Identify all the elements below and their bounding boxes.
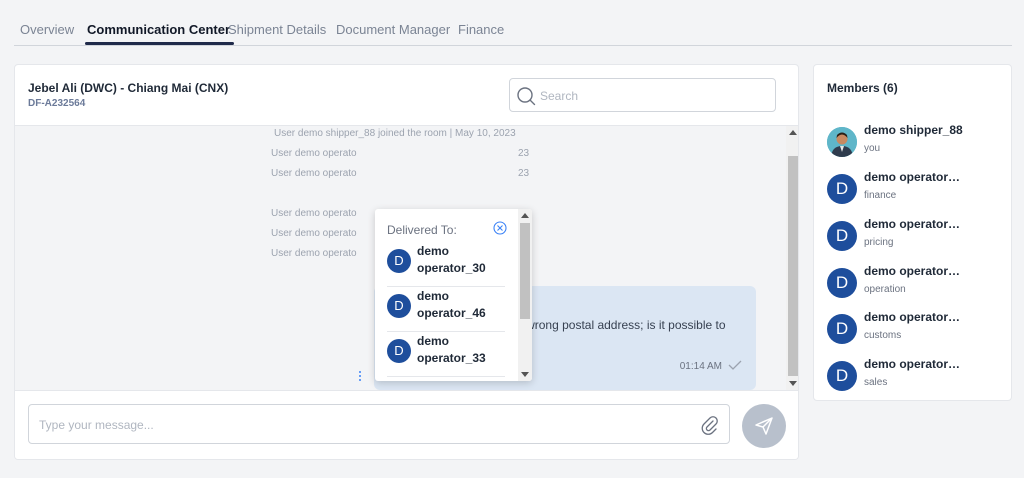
check-icon	[728, 360, 742, 370]
send-icon	[755, 417, 773, 435]
member-item[interactable]: D demo operator_... customs	[827, 310, 1007, 350]
delivered-title: Delivered To:	[387, 223, 457, 237]
avatar: D	[827, 174, 857, 204]
recipient-item: D demo operator_30	[387, 243, 505, 287]
search-input[interactable]	[540, 86, 765, 106]
member-role: finance	[864, 190, 897, 201]
recipient-item: D demo operator_33	[387, 333, 505, 377]
search-box[interactable]	[509, 78, 776, 112]
scroll-down-icon[interactable]	[789, 381, 797, 386]
system-message: User demo operato	[271, 208, 357, 219]
user-photo-icon	[827, 127, 857, 157]
tab-overview[interactable]: Overview	[20, 22, 74, 37]
member-item[interactable]: D demo operator_... finance	[827, 170, 1007, 210]
tab-finance[interactable]: Finance	[458, 22, 504, 37]
member-item[interactable]: D demo operator_... pricing	[827, 217, 1007, 257]
system-message: User demo operato	[271, 168, 357, 179]
tab-communication-center[interactable]: Communication Center	[84, 22, 235, 45]
message-composer	[15, 390, 798, 459]
search-icon	[517, 87, 536, 106]
avatar: D	[827, 361, 857, 391]
member-role: you	[864, 143, 881, 154]
avatar: D	[387, 294, 411, 318]
member-name: demo operator_...	[864, 357, 964, 371]
chat-header: Jebel Ali (DWC) - Chiang Mai (CNX) DF-A2…	[15, 65, 798, 126]
system-message: User demo operato	[271, 248, 357, 259]
scrollbar-thumb[interactable]	[520, 223, 530, 319]
scrollbar-thumb[interactable]	[788, 156, 798, 376]
recipient-item: D demo operator_46	[387, 288, 505, 332]
system-message-tail: 23	[518, 148, 530, 159]
scroll-up-icon[interactable]	[789, 130, 797, 135]
tab-shipment-details[interactable]: Shipment Details	[228, 22, 326, 37]
close-icon[interactable]	[493, 221, 507, 235]
recipient-name: demo operator_46	[417, 289, 486, 320]
member-name: demo operator_...	[864, 170, 964, 184]
members-panel: Members (6) demo shipper_88 you D demo o…	[813, 64, 1012, 401]
message-scrollbar[interactable]	[786, 126, 798, 390]
member-name: demo operator_...	[864, 217, 964, 231]
message-field[interactable]	[28, 404, 730, 444]
tab-bar: Overview Communication Center Shipment D…	[14, 0, 1012, 46]
shipment-id: DF-A232564	[28, 98, 86, 109]
system-message: User demo shipper_88 joined the room | M…	[274, 128, 516, 139]
scroll-down-icon[interactable]	[521, 372, 529, 377]
member-name: demo shipper_88	[864, 123, 963, 137]
member-role: operation	[864, 284, 906, 295]
paperclip-icon[interactable]	[701, 415, 719, 435]
avatar: D	[827, 221, 857, 251]
system-message-tail: 23	[518, 168, 530, 179]
message-input[interactable]	[39, 415, 689, 435]
popup-scrollbar[interactable]	[518, 209, 532, 381]
tab-document-manager[interactable]: Document Manager	[336, 22, 450, 37]
scroll-up-icon[interactable]	[521, 213, 529, 218]
member-role: customs	[864, 330, 902, 341]
member-name: demo operator_...	[864, 310, 964, 324]
member-name: demo operator_...	[864, 264, 964, 278]
route-title: Jebel Ali (DWC) - Chiang Mai (CNX)	[28, 81, 229, 95]
avatar: D	[387, 249, 411, 273]
message-time: 01:14 AM	[679, 361, 722, 372]
member-item[interactable]: demo shipper_88 you	[827, 123, 1007, 163]
avatar	[827, 127, 857, 157]
members-title: Members (6)	[827, 81, 898, 95]
system-message: User demo operato	[271, 228, 357, 239]
member-item[interactable]: D demo operator_... operation	[827, 264, 1007, 304]
message-options-icon[interactable]	[355, 369, 365, 385]
delivered-to-popup: Delivered To: D demo operator_30 D demo …	[375, 209, 532, 381]
recipient-name: demo operator_33	[417, 334, 486, 365]
avatar: D	[387, 339, 411, 363]
avatar: D	[827, 268, 857, 298]
member-role: sales	[864, 377, 888, 388]
send-button[interactable]	[742, 404, 786, 448]
member-item[interactable]: D demo operator_... sales	[827, 357, 1007, 397]
system-message: User demo operato	[271, 148, 357, 159]
avatar: D	[827, 314, 857, 344]
recipient-name: demo operator_30	[417, 244, 486, 275]
member-role: pricing	[864, 237, 894, 248]
